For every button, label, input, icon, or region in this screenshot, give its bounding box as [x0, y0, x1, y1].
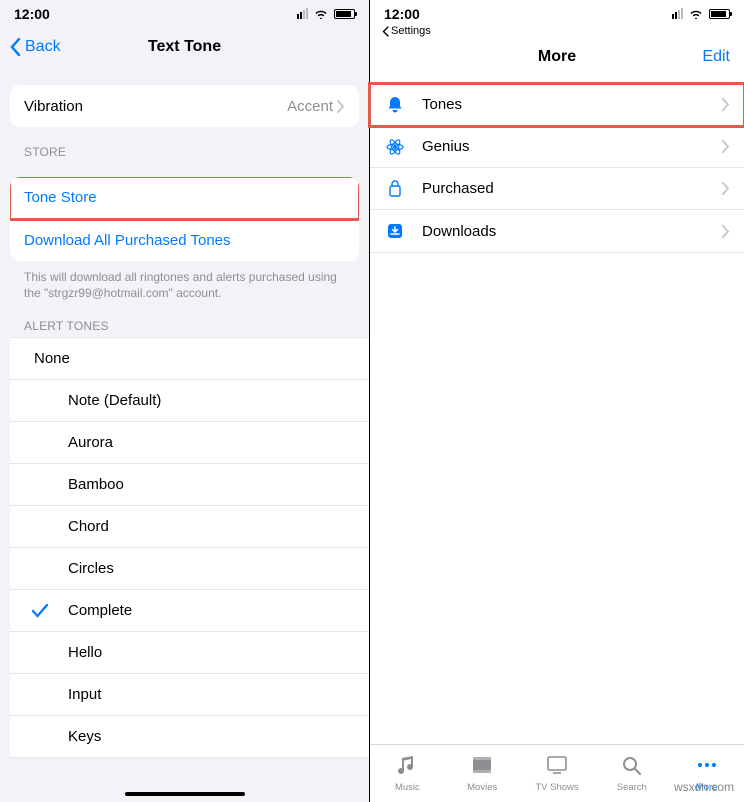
- status-bar: 12:00: [0, 0, 369, 27]
- music-icon: [395, 754, 419, 779]
- checkmark-icon: [32, 604, 48, 618]
- alert-tone-row[interactable]: Aurora: [10, 422, 369, 464]
- chevron-right-icon: [722, 140, 730, 153]
- chevron-right-icon: [722, 182, 730, 195]
- search-icon: [620, 754, 644, 779]
- pane-more: 12:00 Settings More Edit Tones Genius Purc…: [370, 0, 744, 802]
- tone-label: Input: [68, 686, 101, 703]
- tab-search[interactable]: Search: [594, 745, 669, 802]
- download-icon: [384, 221, 406, 241]
- tab-label: Movies: [467, 782, 497, 793]
- more-row-downloads[interactable]: Downloads: [370, 210, 744, 252]
- back-label: Back: [25, 38, 61, 56]
- more-row-purchased[interactable]: Purchased: [370, 168, 744, 210]
- store-footer-text: This will download all ringtones and ale…: [24, 269, 345, 301]
- tone-label: Note (Default): [68, 392, 161, 409]
- alert-tone-row[interactable]: Bamboo: [10, 464, 369, 506]
- more-list: Tones Genius Purchased Downloads: [370, 83, 744, 253]
- atom-icon: [384, 137, 406, 157]
- vibration-row[interactable]: Vibration Accent: [10, 85, 359, 127]
- nav-bar: Back Text Tone: [0, 27, 369, 67]
- more-row-genius[interactable]: Genius: [370, 126, 744, 168]
- watermark: wsxdn.com: [674, 780, 734, 794]
- status-right: [672, 8, 730, 19]
- tone-label: Bamboo: [68, 476, 124, 493]
- tab-label: TV Shows: [535, 782, 578, 793]
- tone-label: Circles: [68, 560, 114, 577]
- status-time: 12:00: [384, 6, 420, 22]
- breadcrumb-label: Settings: [391, 25, 431, 37]
- tone-label: Hello: [68, 644, 102, 661]
- tab-label: Search: [617, 782, 647, 793]
- wifi-icon: [314, 9, 328, 19]
- tone-label: Aurora: [68, 434, 113, 451]
- more-row-label: Purchased: [422, 180, 494, 197]
- tone-label: Keys: [68, 728, 101, 745]
- tone-label: Chord: [68, 518, 109, 535]
- more-row-tones[interactable]: Tones: [370, 84, 744, 126]
- section-header-store: STORE: [24, 145, 345, 159]
- download-all-label: Download All Purchased Tones: [24, 232, 231, 249]
- back-button[interactable]: Back: [10, 38, 61, 56]
- tone-store-label: Tone Store: [24, 189, 97, 206]
- alert-tone-row[interactable]: None: [10, 338, 369, 380]
- more-row-label: Downloads: [422, 223, 496, 240]
- tab-movies[interactable]: Movies: [445, 745, 520, 802]
- bag-icon: [384, 179, 406, 199]
- alert-tone-row[interactable]: Note (Default): [10, 380, 369, 422]
- battery-icon: [709, 9, 730, 19]
- chevron-left-icon: [382, 26, 389, 37]
- cell-signal-icon: [297, 8, 308, 19]
- more-icon: [695, 754, 719, 779]
- battery-icon: [334, 9, 355, 19]
- tv-icon: [545, 754, 569, 779]
- alert-tone-row[interactable]: Input: [10, 674, 369, 716]
- chevron-right-icon: [337, 100, 345, 113]
- tab-music[interactable]: Music: [370, 745, 445, 802]
- vibration-value: Accent: [287, 98, 333, 115]
- tone-label: Complete: [68, 602, 132, 619]
- status-bar: 12:00: [370, 0, 744, 27]
- download-all-row[interactable]: Download All Purchased Tones: [10, 219, 359, 261]
- pane-text-tone: 12:00 Back Text Tone Vibration Accent ST…: [0, 0, 370, 802]
- tone-label: None: [34, 350, 70, 367]
- vibration-label: Vibration: [24, 98, 83, 115]
- status-right: [297, 8, 355, 19]
- alert-tone-row[interactable]: Hello: [10, 632, 369, 674]
- chevron-left-icon: [10, 38, 21, 56]
- tab-tv-shows[interactable]: TV Shows: [520, 745, 595, 802]
- alert-tone-row[interactable]: Complete: [10, 590, 369, 632]
- page-title: Text Tone: [148, 38, 221, 56]
- bell-icon: [384, 95, 406, 115]
- edit-button[interactable]: Edit: [702, 48, 730, 66]
- chevron-right-icon: [722, 225, 730, 238]
- more-row-label: Genius: [422, 138, 470, 155]
- breadcrumb-back[interactable]: Settings: [382, 25, 744, 37]
- group-store: Tone Store Download All Purchased Tones: [10, 177, 359, 261]
- more-row-label: Tones: [422, 96, 462, 113]
- group-vibration: Vibration Accent: [10, 85, 359, 127]
- movies-icon: [470, 754, 494, 779]
- section-header-alert: ALERT TONES: [24, 319, 345, 333]
- tab-label: Music: [395, 782, 420, 793]
- page-title: More: [538, 48, 576, 66]
- cell-signal-icon: [672, 8, 683, 19]
- alert-tone-row[interactable]: Circles: [10, 548, 369, 590]
- status-time: 12:00: [14, 6, 50, 22]
- wifi-icon: [689, 9, 703, 19]
- nav-bar: More Edit: [370, 37, 744, 77]
- alert-tones-list: None Note (Default) Aurora Bamboo Chord Circl…: [10, 337, 369, 758]
- alert-tone-row[interactable]: Keys: [10, 716, 369, 758]
- alert-tone-row[interactable]: Chord: [10, 506, 369, 548]
- home-indicator[interactable]: [125, 792, 245, 796]
- tone-store-row[interactable]: Tone Store: [10, 177, 359, 219]
- chevron-right-icon: [722, 98, 730, 111]
